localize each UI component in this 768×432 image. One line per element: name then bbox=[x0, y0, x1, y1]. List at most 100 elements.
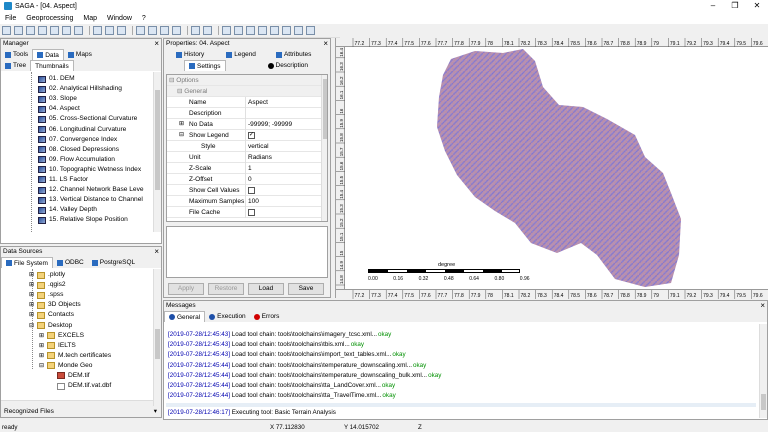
profile-icon[interactable] bbox=[294, 26, 303, 35]
tab-settings[interactable]: Settings bbox=[184, 60, 226, 71]
folder-item[interactable]: ⊞ M.tech certificates bbox=[29, 351, 151, 361]
list-item[interactable]: 14. Valley Depth bbox=[38, 205, 152, 215]
histogram-icon[interactable] bbox=[282, 26, 291, 35]
property-row-show-cell-values[interactable]: Show Cell Values bbox=[167, 185, 327, 196]
list-item[interactable]: 09. Flow Accumulation bbox=[38, 155, 152, 165]
manager-scrollbar[interactable] bbox=[153, 72, 161, 232]
property-value[interactable]: Radians bbox=[245, 152, 325, 163]
load-button[interactable]: Load bbox=[248, 283, 284, 295]
restore-button[interactable]: Restore bbox=[208, 283, 244, 295]
list-item[interactable]: 06. Longitudinal Curvature bbox=[38, 124, 152, 134]
collapse-icon[interactable]: ⊟ bbox=[39, 361, 47, 371]
tab-tree[interactable]: Tree bbox=[1, 60, 30, 71]
expand-icon[interactable]: ⊞ bbox=[29, 270, 37, 280]
property-value[interactable]: 0 bbox=[245, 174, 325, 185]
list-item[interactable]: 13. Vertical Distance to Channel bbox=[38, 195, 152, 205]
show-cell-values-checkbox[interactable] bbox=[248, 186, 255, 194]
menu-help[interactable]: ? bbox=[137, 15, 151, 22]
tab-execution[interactable]: Execution bbox=[205, 311, 250, 322]
property-value[interactable] bbox=[245, 108, 325, 119]
messages-scrollbar[interactable] bbox=[759, 324, 767, 418]
manager-icon[interactable] bbox=[26, 26, 35, 35]
collapse-icon[interactable]: ⊟ bbox=[29, 321, 37, 331]
expand-icon[interactable]: ⊞ bbox=[29, 290, 37, 300]
folder-item[interactable]: ⊞ EXCELS bbox=[29, 331, 151, 341]
menu-file[interactable]: File bbox=[0, 15, 21, 22]
layers-icon[interactable] bbox=[191, 26, 200, 35]
folder-item[interactable]: ⊞ .qgis2 bbox=[29, 280, 151, 290]
select-arrow-icon[interactable] bbox=[222, 26, 231, 35]
expand-icon[interactable]: ⊞ bbox=[29, 280, 37, 290]
tab-thumbnails[interactable]: Thumbnails bbox=[30, 60, 74, 71]
property-row-show-legend[interactable]: ⊟ Show Legend ✓ bbox=[167, 130, 327, 141]
file-filter-select[interactable]: Recognized Files ▾ bbox=[1, 406, 161, 417]
list-item-selected[interactable]: 04. Aspect bbox=[38, 104, 152, 114]
tool-icon[interactable] bbox=[74, 26, 83, 35]
property-row-style[interactable]: Style vertical bbox=[167, 141, 327, 152]
property-row-zscale[interactable]: Z-Scale 1 bbox=[167, 163, 327, 174]
measure-icon[interactable] bbox=[258, 26, 267, 35]
collapse-icon[interactable]: ⊟ bbox=[179, 130, 184, 141]
3d-view-icon[interactable] bbox=[270, 26, 279, 35]
tab-file-system[interactable]: File System bbox=[1, 257, 53, 268]
minimize-button[interactable]: – bbox=[702, 0, 724, 12]
close-button[interactable]: ✕ bbox=[746, 0, 768, 12]
arrange-icon[interactable] bbox=[172, 26, 181, 35]
restore-button[interactable]: ❐ bbox=[724, 0, 746, 12]
tab-errors[interactable]: Errors bbox=[250, 311, 284, 322]
file-item[interactable]: DEM.tif.vat.dbf bbox=[29, 381, 151, 391]
property-value[interactable]: -99999; -99999 bbox=[245, 119, 325, 130]
open-icon[interactable] bbox=[2, 26, 11, 35]
zoom-icon[interactable] bbox=[234, 26, 243, 35]
tab-description[interactable]: Description bbox=[264, 60, 313, 71]
category-options[interactable]: ⊟ Options bbox=[167, 75, 327, 86]
tab-odbc[interactable]: ODBC bbox=[53, 257, 88, 268]
cascade-icon[interactable] bbox=[136, 26, 145, 35]
list-item[interactable]: 03. Slope bbox=[38, 94, 152, 104]
folder-item[interactable]: ⊞ Contacts bbox=[29, 310, 151, 320]
layout-icon[interactable] bbox=[117, 26, 126, 35]
file-cache-checkbox[interactable] bbox=[248, 208, 255, 216]
file-tree-scrollbar[interactable] bbox=[153, 269, 161, 407]
list-item[interactable]: 08. Closed Depressions bbox=[38, 145, 152, 155]
messages-close-icon[interactable]: × bbox=[760, 301, 765, 310]
properties-close-icon[interactable]: × bbox=[323, 39, 328, 48]
tab-attributes[interactable]: Attributes bbox=[272, 49, 315, 60]
datasource-icon[interactable] bbox=[50, 26, 59, 35]
property-row-max-samples[interactable]: Maximum Samples 100 bbox=[167, 196, 327, 207]
menu-window[interactable]: Window bbox=[102, 15, 137, 22]
list-item[interactable]: 05. Cross-Sectional Curvature bbox=[38, 114, 152, 124]
tab-tools[interactable]: Tools bbox=[1, 49, 32, 60]
file-item[interactable]: DEM.tif bbox=[29, 371, 151, 381]
property-row-zoffset[interactable]: Z-Offset 0 bbox=[167, 174, 327, 185]
apply-button[interactable]: Apply bbox=[168, 283, 204, 295]
tab-general[interactable]: General bbox=[164, 311, 206, 322]
tile-v-icon[interactable] bbox=[160, 26, 169, 35]
tab-legend[interactable]: Legend bbox=[222, 49, 260, 60]
tab-postgresql[interactable]: PostgreSQL bbox=[88, 257, 139, 268]
menu-geoprocessing[interactable]: Geoprocessing bbox=[21, 15, 78, 22]
list-item[interactable]: 10. Topographic Wetness Index bbox=[38, 165, 152, 175]
folder-item[interactable]: ⊟ Desktop bbox=[29, 320, 151, 330]
expand-icon[interactable]: ⊞ bbox=[179, 119, 184, 130]
grid-icon[interactable] bbox=[105, 26, 114, 35]
expand-icon[interactable]: ⊞ bbox=[29, 300, 37, 310]
properties-icon[interactable] bbox=[38, 26, 47, 35]
draw-line-icon[interactable] bbox=[306, 26, 315, 35]
pan-icon[interactable] bbox=[246, 26, 255, 35]
property-row-description[interactable]: Description bbox=[167, 108, 327, 119]
scroll-thumb[interactable] bbox=[761, 394, 766, 410]
list-item[interactable]: 15. Relative Slope Position bbox=[38, 215, 152, 225]
list-item[interactable]: 01. DEM bbox=[38, 74, 152, 84]
expand-icon[interactable]: ⊞ bbox=[29, 310, 37, 320]
property-row-nodata[interactable]: ⊞ No Data -99999; -99999 bbox=[167, 119, 327, 130]
expand-icon[interactable]: ⊞ bbox=[39, 351, 47, 361]
folder-item[interactable]: ⊞ 3D Objects bbox=[29, 300, 151, 310]
scroll-thumb[interactable] bbox=[155, 329, 160, 359]
property-value[interactable]: 100 bbox=[245, 196, 325, 207]
help-icon[interactable] bbox=[93, 26, 102, 35]
property-row-file-cache[interactable]: File Cache bbox=[167, 207, 327, 218]
data-sources-close-icon[interactable]: × bbox=[154, 247, 159, 256]
map-view[interactable]: 77.2 77.3 77.4 77.5 77.6 77.7 77.8 77.9 78 78.1 78… bbox=[335, 38, 768, 299]
tab-maps[interactable]: Maps bbox=[64, 49, 96, 60]
